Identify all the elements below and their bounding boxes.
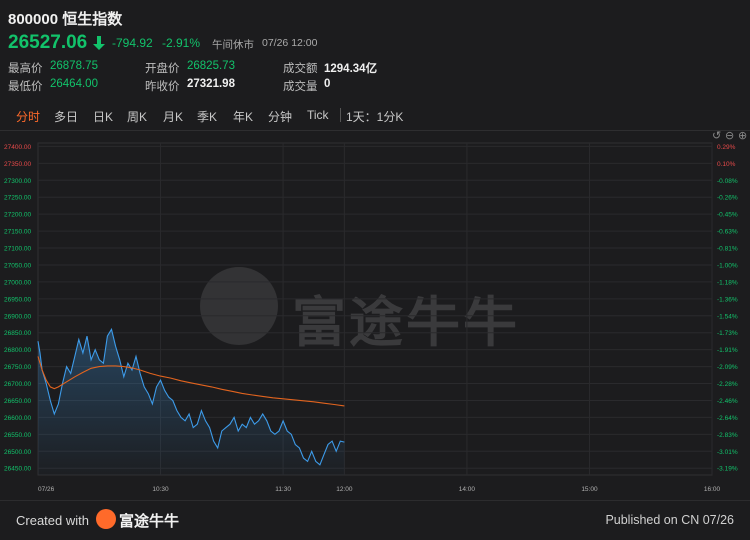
x-tick-label: 15:00 (581, 486, 598, 493)
y-tick-label-left: 26650.00 (4, 398, 31, 405)
intraday-chart[interactable]: 27400.00 27350.00 27300.00 27250.00 27200.00… (0, 0, 750, 500)
y-tick-label-right: -2.83% (717, 432, 738, 439)
y-tick-label-left: 26500.00 (4, 449, 31, 456)
y-tick-label-right: -0.81% (717, 246, 738, 253)
y-tick-label-right: -3.01% (717, 449, 738, 456)
x-tick-label: 11:30 (275, 486, 291, 493)
y-tick-label-left: 26850.00 (4, 330, 31, 337)
y-tick-label-right: -2.28% (717, 381, 738, 388)
y-tick-label-left: 26550.00 (4, 432, 31, 439)
y-tick-label-right: -1.73% (717, 330, 738, 337)
y-tick-label-left: 27400.00 (4, 144, 31, 151)
y-tick-label-right: -2.09% (717, 364, 738, 371)
y-tick-label-right: -0.63% (717, 229, 738, 236)
x-tick-label: 10:30 (152, 486, 169, 493)
y-tick-label-left: 26700.00 (4, 381, 31, 388)
y-tick-label-left: 26450.00 (4, 466, 31, 473)
y-tick-label-left: 27000.00 (4, 279, 31, 286)
x-tick-label: 07/26 (38, 486, 55, 493)
y-tick-label-left: 27150.00 (4, 229, 31, 236)
y-tick-label-right: -0.45% (717, 212, 738, 219)
y-tick-label-right: -1.00% (717, 262, 738, 269)
y-tick-label-right: -0.08% (717, 178, 738, 185)
created-with-text: Created with (16, 513, 89, 528)
y-tick-label-right: -0.26% (717, 195, 738, 202)
y-tick-label-right: 0.29% (717, 144, 736, 151)
footer: Created with 富途牛牛 Published on CN 07/26 (0, 500, 750, 540)
y-tick-label-right: -2.64% (717, 415, 738, 422)
y-tick-label-left: 27200.00 (4, 212, 31, 219)
y-tick-label-right: 0.10% (717, 161, 736, 168)
y-tick-label-left: 26600.00 (4, 415, 31, 422)
y-tick-label-right: -1.18% (717, 279, 738, 286)
published-date: Published on CN 07/26 (605, 513, 734, 527)
y-tick-label-left: 27250.00 (4, 195, 31, 202)
x-tick-label: 16:00 (704, 486, 721, 493)
y-tick-label-left: 26750.00 (4, 364, 31, 371)
y-tick-label-left: 26950.00 (4, 296, 31, 303)
brand-name: 富途牛牛 (119, 513, 180, 530)
y-tick-label-right: -1.36% (717, 296, 738, 303)
y-tick-label-left: 27350.00 (4, 161, 31, 168)
x-tick-label: 12:00 (336, 486, 353, 493)
y-tick-label-right: -3.19% (717, 466, 738, 473)
y-tick-label-left: 27050.00 (4, 262, 31, 269)
futu-logo-icon (96, 509, 116, 529)
y-tick-label-right: -1.91% (717, 347, 738, 354)
y-tick-label-left: 27300.00 (4, 178, 31, 185)
y-tick-label-right: -2.46% (717, 398, 738, 405)
y-tick-label-left: 26900.00 (4, 313, 31, 320)
x-tick-label: 14:00 (459, 486, 476, 493)
price-area (38, 329, 345, 475)
y-tick-label-left: 27100.00 (4, 246, 31, 253)
y-tick-label-right: -1.54% (717, 313, 738, 320)
y-tick-label-left: 26800.00 (4, 347, 31, 354)
